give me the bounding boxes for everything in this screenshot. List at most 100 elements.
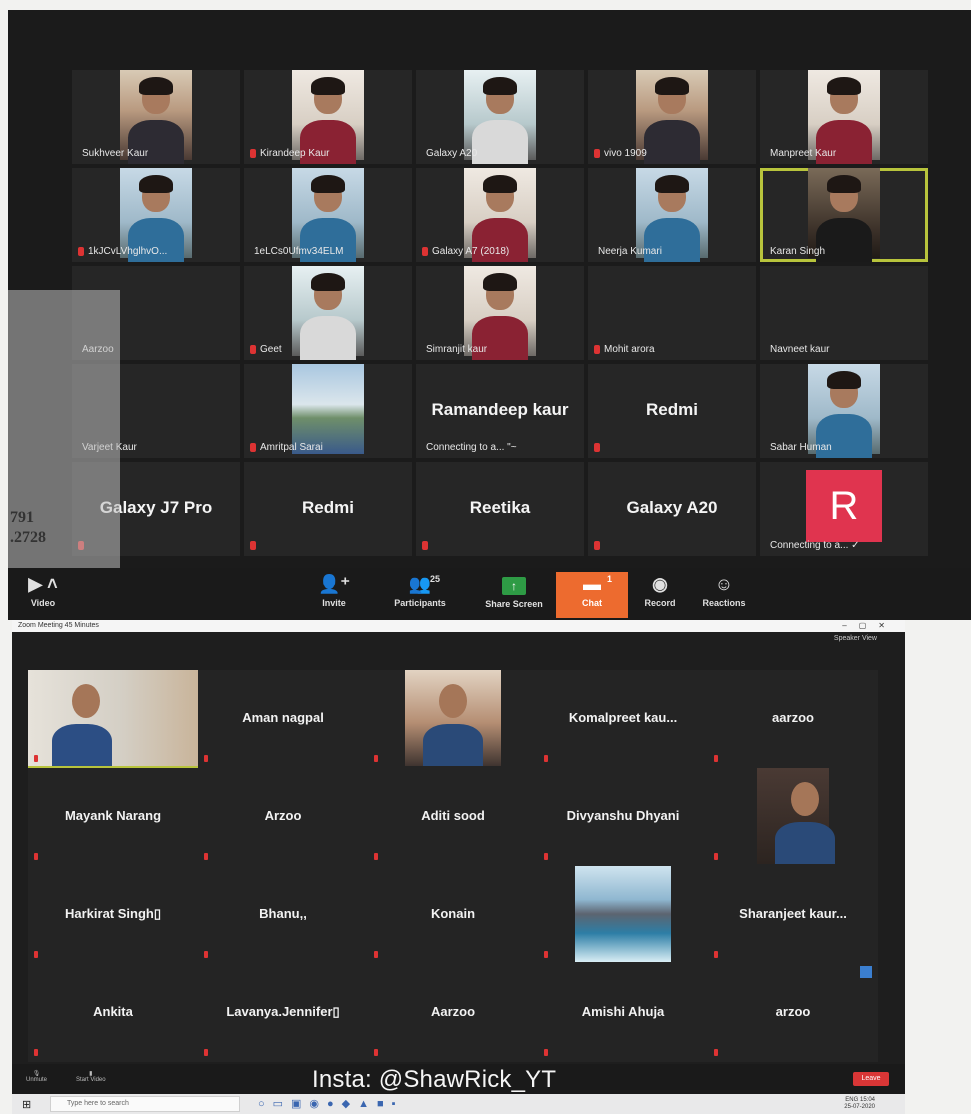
participant-display-name: Reetika bbox=[469, 498, 531, 517]
participant-tile[interactable] bbox=[538, 866, 708, 964]
participant-name: Aditi sood bbox=[421, 808, 485, 823]
participant-tile[interactable]: Komalpreet kau... bbox=[538, 670, 708, 768]
participant-tile[interactable]: aarzoo bbox=[708, 670, 878, 768]
participant-tile[interactable]: Amishi Ahuja bbox=[538, 964, 708, 1062]
participant-video bbox=[292, 168, 364, 262]
muted-mic-icon bbox=[714, 1049, 718, 1056]
participant-name: Connecting to a... "~ bbox=[426, 442, 517, 453]
participant-tile[interactable]: Sabar Human bbox=[760, 364, 928, 458]
reactions-button[interactable]: ☺ Reactions bbox=[688, 572, 760, 618]
number-line: .2728 bbox=[10, 529, 46, 546]
muted-mic-icon bbox=[204, 853, 208, 860]
muted-mic-icon bbox=[374, 1049, 378, 1056]
participant-name: Sukhveer Kaur bbox=[82, 148, 149, 159]
participant-tile[interactable]: 1eLCs0Ufmv34ELM bbox=[244, 168, 412, 262]
participant-tile[interactable]: Aman nagpal bbox=[198, 670, 368, 768]
participant-tile[interactable]: 1kJCvLVhglhvO... bbox=[72, 168, 240, 262]
video-person bbox=[483, 77, 517, 95]
invite-button[interactable]: 👤⁺ Invite bbox=[298, 572, 370, 618]
participant-video bbox=[292, 266, 364, 360]
participant-tile[interactable]: Arzoo bbox=[198, 768, 368, 866]
participant-tile[interactable]: Mayank Narang bbox=[28, 768, 198, 866]
participant-tile[interactable]: Kirandeep Kaur bbox=[244, 70, 412, 164]
participant-name: aarzoo bbox=[772, 710, 814, 725]
participant-tile[interactable]: Redmi bbox=[588, 364, 756, 458]
participant-video bbox=[292, 364, 364, 454]
share-label: Share Screen bbox=[485, 599, 543, 609]
participant-tile[interactable]: Karan Singh bbox=[760, 168, 928, 262]
participant-name: 1kJCvLVhglhvO... bbox=[88, 246, 168, 257]
share-screen-button[interactable]: ↑ Share Screen bbox=[478, 572, 550, 618]
participant-tile[interactable]: Bhanu,, bbox=[198, 866, 368, 964]
chat-button[interactable]: ▬ 1 Chat bbox=[556, 572, 628, 618]
participant-tile[interactable]: Divyanshu Dhyani bbox=[538, 768, 708, 866]
participant-tile[interactable] bbox=[28, 670, 198, 768]
video-button[interactable]: ▶ ˄ Video bbox=[8, 572, 78, 618]
pinned-apps-icons[interactable]: ○▭▣◉●◆▲■▪ bbox=[258, 1097, 404, 1110]
participant-tile[interactable]: Mohit arora bbox=[588, 266, 756, 360]
participant-tile[interactable]: Ramandeep kaur Connecting to a... "~ bbox=[416, 364, 584, 458]
participant-tile[interactable]: Redmi bbox=[244, 462, 412, 556]
start-video-button[interactable]: ▮ Start Video bbox=[76, 1070, 106, 1083]
muted-mic-icon bbox=[250, 443, 256, 452]
windows-start-icon[interactable]: ⊞ bbox=[22, 1098, 31, 1111]
camera-icon: ▮ bbox=[89, 1071, 93, 1077]
participant-tile[interactable]: Harkirat Singh▯ bbox=[28, 866, 198, 964]
participant-tile[interactable]: Sukhveer Kaur bbox=[72, 70, 240, 164]
participant-tile[interactable]: Reetika bbox=[416, 462, 584, 556]
share-screen-icon: ↑ bbox=[478, 574, 550, 595]
participant-tile[interactable] bbox=[368, 670, 538, 768]
participant-video bbox=[636, 70, 708, 164]
participant-tile[interactable]: Geet bbox=[244, 266, 412, 360]
participant-tile[interactable]: Manpreet Kaur bbox=[760, 70, 928, 164]
participant-tile[interactable] bbox=[708, 768, 878, 866]
participant-tile[interactable]: Ankita bbox=[28, 964, 198, 1062]
video-person bbox=[311, 273, 345, 291]
participant-tile[interactable]: Galaxy A20 bbox=[416, 70, 584, 164]
participants-button[interactable]: 👥 25 Participants bbox=[384, 572, 456, 618]
participant-tile[interactable]: Galaxy A7 (2018) bbox=[416, 168, 584, 262]
participant-tile[interactable]: vivo 1909 bbox=[588, 70, 756, 164]
participant-video bbox=[464, 70, 536, 164]
language-indicator: ENG bbox=[845, 1097, 859, 1103]
unmute-button[interactable]: 🎙 Unmute bbox=[26, 1070, 47, 1083]
video-person bbox=[644, 120, 700, 164]
participant-tile[interactable]: Neerja Kumari bbox=[588, 168, 756, 262]
participant-name: Manpreet Kaur bbox=[770, 148, 837, 159]
participant-tile[interactable]: Aditi sood bbox=[368, 768, 538, 866]
record-button[interactable]: ◉ Record bbox=[624, 572, 696, 618]
watermark-text: Insta: @ShawRick_YT bbox=[312, 1066, 557, 1093]
participant-tile[interactable]: Navneet kaur bbox=[760, 266, 928, 360]
participant-name: Ankita bbox=[93, 1004, 133, 1019]
participant-tile[interactable]: Aarzoo bbox=[368, 964, 538, 1062]
taskbar-search-input[interactable]: Type here to search bbox=[50, 1096, 240, 1112]
video-person bbox=[300, 316, 356, 360]
participant-tile[interactable]: Sharanjeet kaur... bbox=[708, 866, 878, 964]
participant-tile[interactable]: Konain bbox=[368, 866, 538, 964]
participant-video bbox=[405, 670, 501, 766]
participant-tile[interactable]: Simranjit kaur bbox=[416, 266, 584, 360]
muted-mic-icon bbox=[34, 755, 38, 762]
participant-name: Arzoo bbox=[264, 808, 302, 823]
participant-name: Sabar Human bbox=[770, 442, 832, 453]
participant-name: Geet bbox=[260, 344, 282, 355]
video-person bbox=[775, 822, 835, 864]
muted-mic-icon bbox=[714, 853, 718, 860]
video-person bbox=[311, 175, 345, 193]
screenshot-collage: Sukhveer Kaur Kirandeep Kaur Galaxy A20 viv… bbox=[0, 0, 971, 1114]
participant-tile[interactable]: Lavanya.Jennifer▯ bbox=[198, 964, 368, 1062]
window-controls[interactable]: –▢✕ bbox=[842, 620, 897, 632]
muted-mic-icon bbox=[250, 345, 256, 354]
participant-tile[interactable]: Galaxy A20 bbox=[588, 462, 756, 556]
video-person bbox=[439, 684, 467, 718]
participant-name: Lavanya.Jennifer▯ bbox=[226, 1004, 340, 1019]
participant-tile[interactable]: Amritpal Sarai bbox=[244, 364, 412, 458]
speaker-view-button[interactable]: Speaker View bbox=[834, 635, 877, 642]
invite-label: Invite bbox=[322, 598, 346, 608]
participant-name: Aarzoo bbox=[430, 1004, 476, 1019]
participant-tile[interactable]: R Connecting to a... ✓ bbox=[760, 462, 928, 556]
participant-tile[interactable]: arzoo bbox=[708, 964, 878, 1062]
leave-button[interactable]: Leave bbox=[853, 1072, 889, 1086]
muted-mic-icon bbox=[204, 755, 208, 762]
add-person-icon: 👤⁺ bbox=[318, 574, 350, 594]
